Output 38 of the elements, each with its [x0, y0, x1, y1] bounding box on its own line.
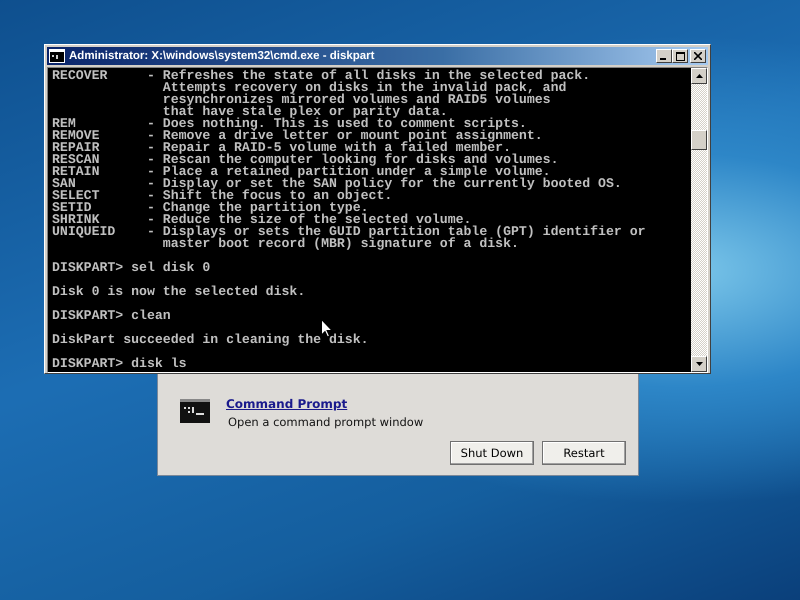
command-prompt-icon	[180, 399, 210, 423]
maximize-icon	[676, 52, 684, 60]
console-line: RECOVER - Refreshes the state of all disks in the selected pack.	[52, 70, 592, 82]
down-arrow-icon	[696, 362, 702, 366]
console-line: SETID - Change the partition type.	[52, 202, 369, 214]
console-line: UNIQUEID - Displays or sets the GUID partition table (GPT) identifier or	[52, 226, 647, 238]
console-line: DISKPART> sel disk 0	[52, 262, 212, 274]
window-title: Administrator: X:\windows\system32\cmd.exe - diskpart	[69, 50, 376, 62]
dialog-button[interactable]: Restart	[542, 441, 626, 465]
dialog-button[interactable]: Shut Down	[450, 441, 534, 465]
console-line: REMOVE - Remove a drive letter or mount point assignment.	[52, 130, 544, 142]
console-line: SHRINK - Reduce the size of the selected volume.	[52, 214, 472, 226]
maximize-button[interactable]	[672, 49, 688, 63]
console-line: master boot record (MBR) signature of a disk.	[162, 238, 519, 250]
console-line: RETAIN - Place a retained partition under a simple volume.	[52, 166, 551, 178]
console-line: RESCAN - Rescan the computer looking for disks and volumes.	[52, 154, 560, 166]
console-line: DISKPART> disk ls	[52, 358, 188, 370]
scroll-down-button[interactable]	[691, 356, 707, 372]
console-line: DiskPart succeeded in cleaning the disk.	[52, 334, 370, 346]
console-line: that have stale plex or parity data.	[162, 106, 448, 118]
console-line: SELECT - Shift the focus to an object.	[52, 190, 394, 202]
console-line: Attempts recovery on disks in the invalid pack, and	[162, 82, 566, 94]
tool-description: Open a command prompt window	[228, 415, 424, 429]
scroll-up-button[interactable]	[691, 68, 707, 84]
minimize-button[interactable]	[656, 49, 672, 63]
console-line: REPAIR - Repair a RAID-5 volume with a failed member.	[52, 142, 511, 154]
scrollbar[interactable]	[691, 68, 707, 372]
close-button[interactable]	[690, 49, 706, 63]
console-line: SAN - Display or set the SAN policy for the currently booted OS.	[52, 178, 623, 190]
command-prompt-icon	[49, 49, 65, 63]
console-line: resynchronizes mirrored volumes and RAID5 volumes	[162, 94, 552, 106]
command-prompt-link[interactable]: Command Prompt	[226, 397, 424, 411]
console-line: DISKPART> clean	[52, 310, 172, 322]
scroll-thumb[interactable]	[691, 130, 707, 150]
console-line: REM - Does nothing. This is used to comment scripts.	[52, 118, 527, 130]
console-line: Disk 0 is now the selected disk.	[52, 286, 306, 298]
up-arrow-icon	[696, 74, 702, 78]
close-icon	[694, 52, 702, 60]
